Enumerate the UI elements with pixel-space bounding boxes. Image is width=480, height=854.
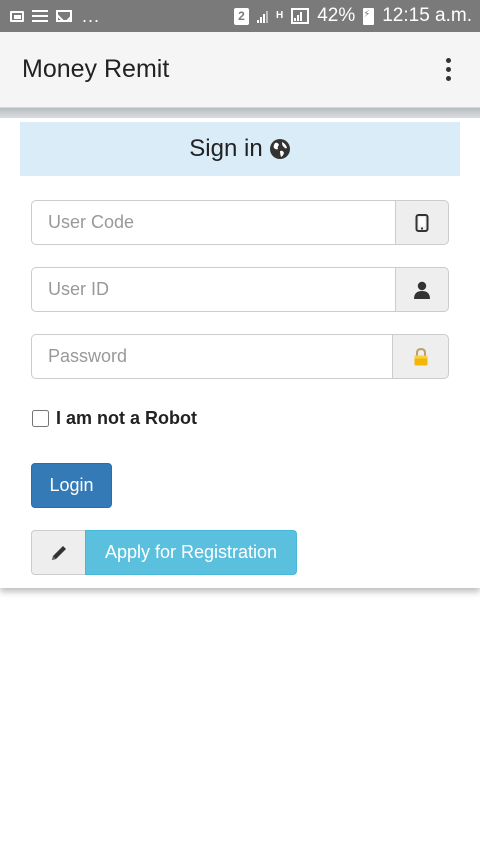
lock-icon bbox=[414, 347, 427, 365]
signin-header: Sign in bbox=[20, 122, 460, 176]
status-bar: ... 2 H 42% 12:15 a.m. bbox=[0, 0, 480, 32]
signal-strength-icon bbox=[291, 8, 310, 24]
user-id-group bbox=[31, 267, 449, 312]
user-code-addon bbox=[395, 200, 449, 245]
app-title: Money Remit bbox=[22, 55, 170, 83]
pencil-addon bbox=[31, 530, 85, 575]
robot-checkbox-row[interactable]: I am not a Robot bbox=[32, 408, 197, 429]
signin-card: Sign in User Code User ID I am not a Rob… bbox=[0, 118, 480, 588]
robot-checkbox-label: I am not a Robot bbox=[56, 408, 197, 428]
password-addon bbox=[392, 334, 449, 379]
password-input[interactable] bbox=[31, 334, 392, 379]
app-bar: Money Remit bbox=[0, 32, 480, 108]
status-right: 2 H 42% 12:15 a.m. bbox=[233, 5, 472, 27]
signal-icon bbox=[256, 9, 268, 23]
network-type-icon: H bbox=[275, 10, 284, 21]
battery-percent: 42% bbox=[317, 5, 356, 26]
user-code-input[interactable] bbox=[31, 200, 395, 245]
status-left: ... bbox=[10, 6, 100, 27]
user-code-group bbox=[31, 200, 449, 245]
user-id-addon bbox=[395, 267, 449, 312]
image-notification-icon bbox=[10, 10, 24, 22]
battery-charging-icon bbox=[363, 7, 375, 25]
apply-registration-button[interactable]: Apply for Registration bbox=[85, 530, 297, 575]
list-notification-icon bbox=[32, 9, 48, 23]
robot-checkbox[interactable] bbox=[32, 410, 49, 427]
user-icon bbox=[414, 281, 430, 299]
user-id-input[interactable] bbox=[31, 267, 395, 312]
globe-icon bbox=[269, 139, 290, 159]
pencil-icon bbox=[51, 545, 66, 560]
registration-group: Apply for Registration bbox=[31, 530, 297, 575]
login-button[interactable]: Login bbox=[31, 463, 112, 508]
overflow-menu-icon[interactable] bbox=[438, 55, 458, 85]
signin-title: Sign in bbox=[189, 135, 263, 162]
more-notifications-text: ... bbox=[82, 5, 101, 26]
mail-notification-icon bbox=[56, 10, 72, 22]
mobile-phone-icon bbox=[415, 213, 429, 232]
password-group bbox=[31, 334, 449, 379]
sim-icon: 2 bbox=[233, 7, 249, 25]
clock: 12:15 a.m. bbox=[382, 5, 472, 26]
